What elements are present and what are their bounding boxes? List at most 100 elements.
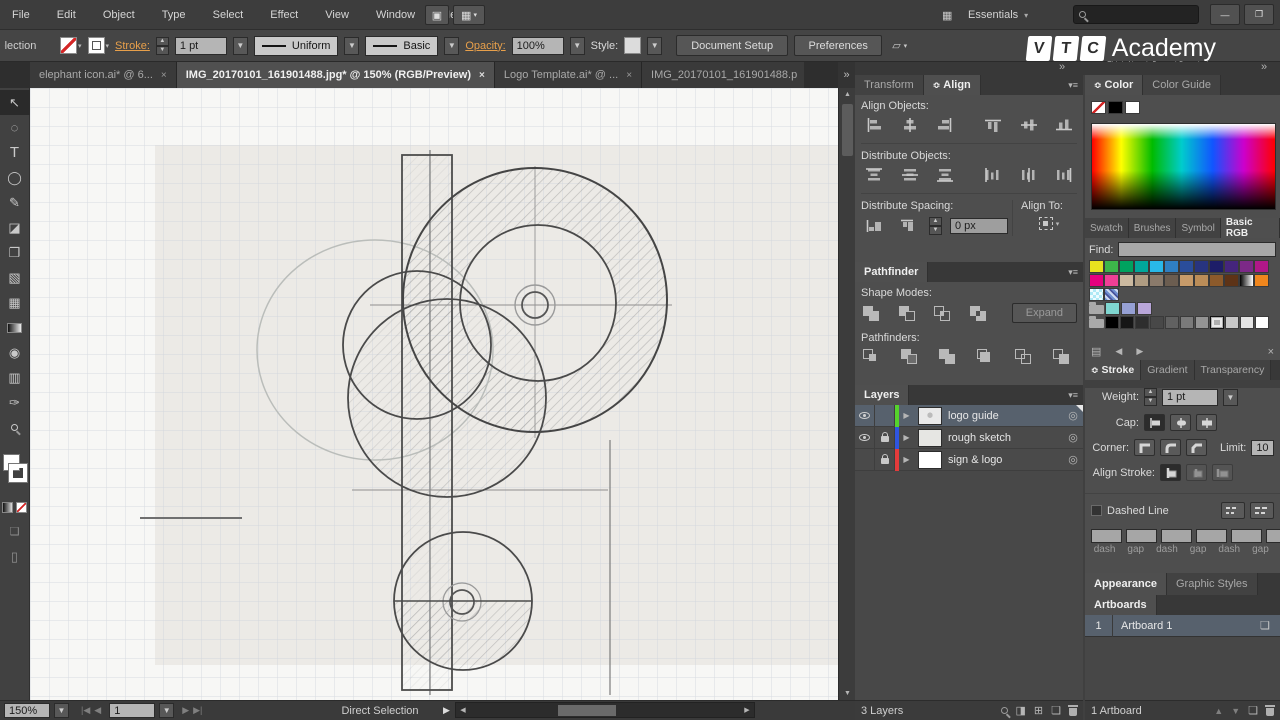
minimize-button[interactable]: — — [1210, 4, 1240, 25]
visibility-toggle[interactable] — [855, 426, 875, 449]
spacing-stepper[interactable]: ▲ ▼ — [929, 217, 942, 235]
dashed-line-checkbox[interactable] — [1091, 505, 1102, 516]
tab-pathfinder[interactable]: Pathfinder — [855, 262, 929, 282]
ellipse-tool[interactable]: ◯ — [0, 165, 30, 190]
stroke-weight-dropdown-icon[interactable]: ▼ — [232, 36, 248, 55]
close-icon[interactable]: × — [626, 70, 632, 81]
fill-color-swatch[interactable] — [60, 37, 77, 54]
make-clipping-mask-icon[interactable]: ◨ — [1016, 704, 1026, 717]
tab-transparency[interactable]: Transparency — [1194, 360, 1272, 380]
weight-stepper[interactable]: ▲ ▼ — [1144, 388, 1157, 406]
swatch[interactable] — [1150, 316, 1164, 329]
document-setup-button[interactable]: Document Setup — [676, 35, 789, 56]
brush-definition-dropdown-icon[interactable]: ▼ — [444, 36, 460, 55]
align-to-icon[interactable] — [1038, 217, 1053, 230]
swatch[interactable] — [1089, 274, 1104, 287]
limit-field[interactable]: 10 — [1251, 439, 1274, 456]
swatch[interactable] — [1240, 316, 1254, 329]
swatch[interactable] — [1225, 316, 1239, 329]
free-transform-tool[interactable]: ▧ — [0, 265, 30, 290]
close-icon[interactable]: × — [479, 70, 485, 81]
gap-field[interactable] — [1196, 529, 1227, 543]
tab-basic-rgb[interactable]: Basic RGB — [1220, 217, 1280, 239]
swatch[interactable] — [1119, 260, 1134, 273]
document-tab[interactable]: IMG_20170101_161901488.p — [642, 62, 805, 88]
color-spectrum[interactable] — [1091, 123, 1276, 210]
artboard-row[interactable]: 1 Artboard 1 ❏ — [1085, 614, 1280, 637]
h-distribute-space-icon[interactable] — [895, 216, 921, 236]
select-similar-icon[interactable]: ▱ ▾ — [892, 39, 907, 52]
layer-name[interactable]: logo guide — [946, 410, 1063, 422]
outline-icon[interactable] — [1013, 348, 1035, 365]
tab-color-guide[interactable]: Color Guide — [1143, 75, 1221, 95]
stroke-weight-stepper[interactable]: ▲ ▼ — [155, 36, 169, 55]
collapse-panels-icon[interactable]: » — [1261, 61, 1267, 73]
arrange-documents-icon[interactable]: ▦ ▾ — [453, 5, 485, 25]
tab-stroke[interactable]: ≎ Stroke — [1085, 360, 1142, 380]
column-graph-tool[interactable]: ▥ — [0, 365, 30, 390]
tab-overflow-icon[interactable]: » — [838, 62, 855, 88]
move-down-icon[interactable]: ▼ — [1231, 706, 1240, 716]
expand-icon[interactable]: ▶ — [899, 411, 914, 420]
align-dash-icon[interactable] — [1250, 502, 1274, 519]
swatch[interactable] — [1165, 316, 1179, 329]
weight-field[interactable]: 1 pt — [1162, 388, 1218, 406]
color-group-folder-icon[interactable] — [1089, 316, 1104, 328]
gradient-swatch[interactable] — [1239, 274, 1254, 287]
new-sublayer-icon[interactable]: ⊞ — [1034, 704, 1043, 717]
layer-row[interactable]: ▶ logo guide ◎ — [855, 404, 1083, 427]
stroke-swatch[interactable] — [7, 463, 28, 483]
gradient-tool[interactable] — [0, 315, 30, 340]
exclude-icon[interactable] — [968, 305, 990, 322]
align-stroke-inside-icon[interactable] — [1186, 464, 1207, 481]
intersect-icon[interactable] — [932, 305, 954, 322]
butt-cap-icon[interactable] — [1144, 414, 1165, 431]
delete-layer-icon[interactable] — [1068, 704, 1078, 716]
round-cap-icon[interactable] — [1170, 414, 1191, 431]
tab-artboards[interactable]: Artboards — [1085, 595, 1157, 615]
workspace-switcher-icon[interactable]: ▦ — [942, 5, 952, 25]
lock-toggle[interactable] — [875, 448, 895, 471]
align-stroke-center-icon[interactable] — [1160, 464, 1181, 481]
swatch[interactable] — [1194, 260, 1209, 273]
swatch[interactable] — [1105, 302, 1120, 315]
move-up-icon[interactable]: ▲ — [1214, 706, 1223, 716]
white-swatch[interactable] — [1125, 101, 1140, 114]
menu-edit[interactable]: Edit — [45, 0, 88, 30]
swatch[interactable] — [1149, 274, 1164, 287]
layer-thumbnail[interactable] — [918, 406, 942, 425]
fill-stroke-indicator[interactable] — [1, 452, 29, 498]
distribute-left-icon[interactable] — [980, 165, 1006, 185]
layer-thumbnail[interactable] — [918, 428, 942, 447]
zoom-field[interactable]: 150% — [4, 703, 50, 718]
visibility-toggle[interactable] — [855, 448, 875, 471]
canvas[interactable] — [30, 88, 838, 700]
expand-button[interactable]: Expand — [1011, 303, 1077, 323]
lasso-tool[interactable]: ◌ — [0, 115, 30, 140]
style-dropdown-icon[interactable]: ▼ — [647, 36, 663, 55]
screen-mode-icon[interactable]: ▯ — [0, 544, 30, 569]
black-swatch[interactable] — [1108, 101, 1123, 114]
swatch[interactable] — [1195, 316, 1209, 329]
search-box[interactable] — [1073, 5, 1199, 24]
eyedropper-tool[interactable]: ✑ — [0, 390, 30, 415]
swatch[interactable] — [1255, 316, 1269, 329]
gap-field[interactable] — [1266, 529, 1280, 543]
drawing-mode-icon[interactable]: ❑ — [0, 519, 30, 544]
chevron-down-icon[interactable]: ▾ — [78, 42, 82, 50]
swatch[interactable] — [1104, 274, 1119, 287]
artboard-nav-dropdown-icon[interactable]: ▼ — [159, 703, 175, 718]
target-icon[interactable]: ◎ — [1063, 431, 1083, 444]
tab-brushes[interactable]: Brushes — [1128, 218, 1177, 238]
zoom-dropdown-icon[interactable]: ▼ — [54, 703, 69, 718]
unite-icon[interactable] — [861, 305, 883, 322]
prev-icon[interactable]: ◀ — [1115, 346, 1122, 357]
pencil-tool[interactable]: ✎ — [0, 190, 30, 215]
tab-swatches[interactable]: Swatch — [1085, 218, 1129, 238]
visibility-toggle[interactable] — [855, 404, 875, 427]
new-artboard-icon[interactable]: ❏ — [1248, 704, 1258, 717]
minus-front-icon[interactable] — [897, 305, 919, 322]
tab-gradient[interactable]: Gradient — [1141, 360, 1195, 380]
width-profile-dropdown[interactable]: Uniform — [253, 35, 339, 56]
gradient-mode-icon[interactable] — [2, 502, 13, 513]
